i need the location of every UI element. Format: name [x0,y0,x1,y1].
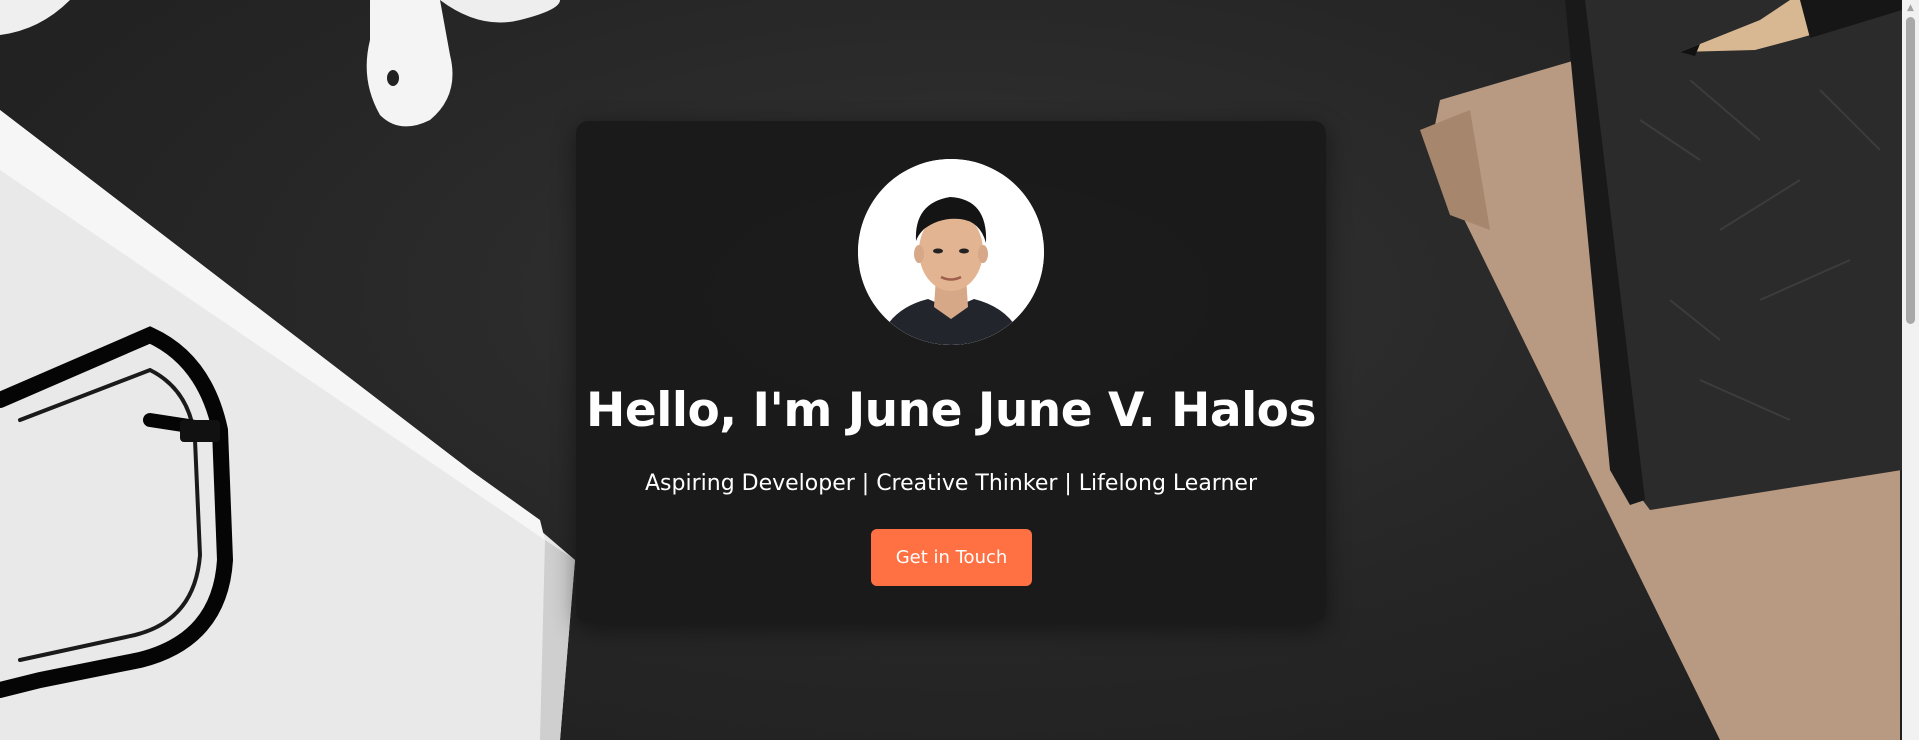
leather-notebook-shape [1565,0,1902,510]
page-background: Hello, I'm June June V. Halos Aspiring D… [0,0,1919,740]
get-in-touch-button[interactable]: Get in Touch [871,529,1032,586]
scrollbar-thumb[interactable] [1906,17,1915,324]
hero-card: Hello, I'm June June V. Halos Aspiring D… [576,121,1326,623]
vertical-scrollbar[interactable]: ▲ [1902,0,1919,740]
triangle-up-icon[interactable]: ▲ [1902,0,1919,17]
earbuds-shape [0,0,560,127]
hero-subtitle: Aspiring Developer | Creative Thinker | … [645,471,1257,496]
avatar [858,159,1044,345]
avatar-photo [858,159,1044,345]
hero-title: Hello, I'm June June V. Halos [586,383,1316,438]
